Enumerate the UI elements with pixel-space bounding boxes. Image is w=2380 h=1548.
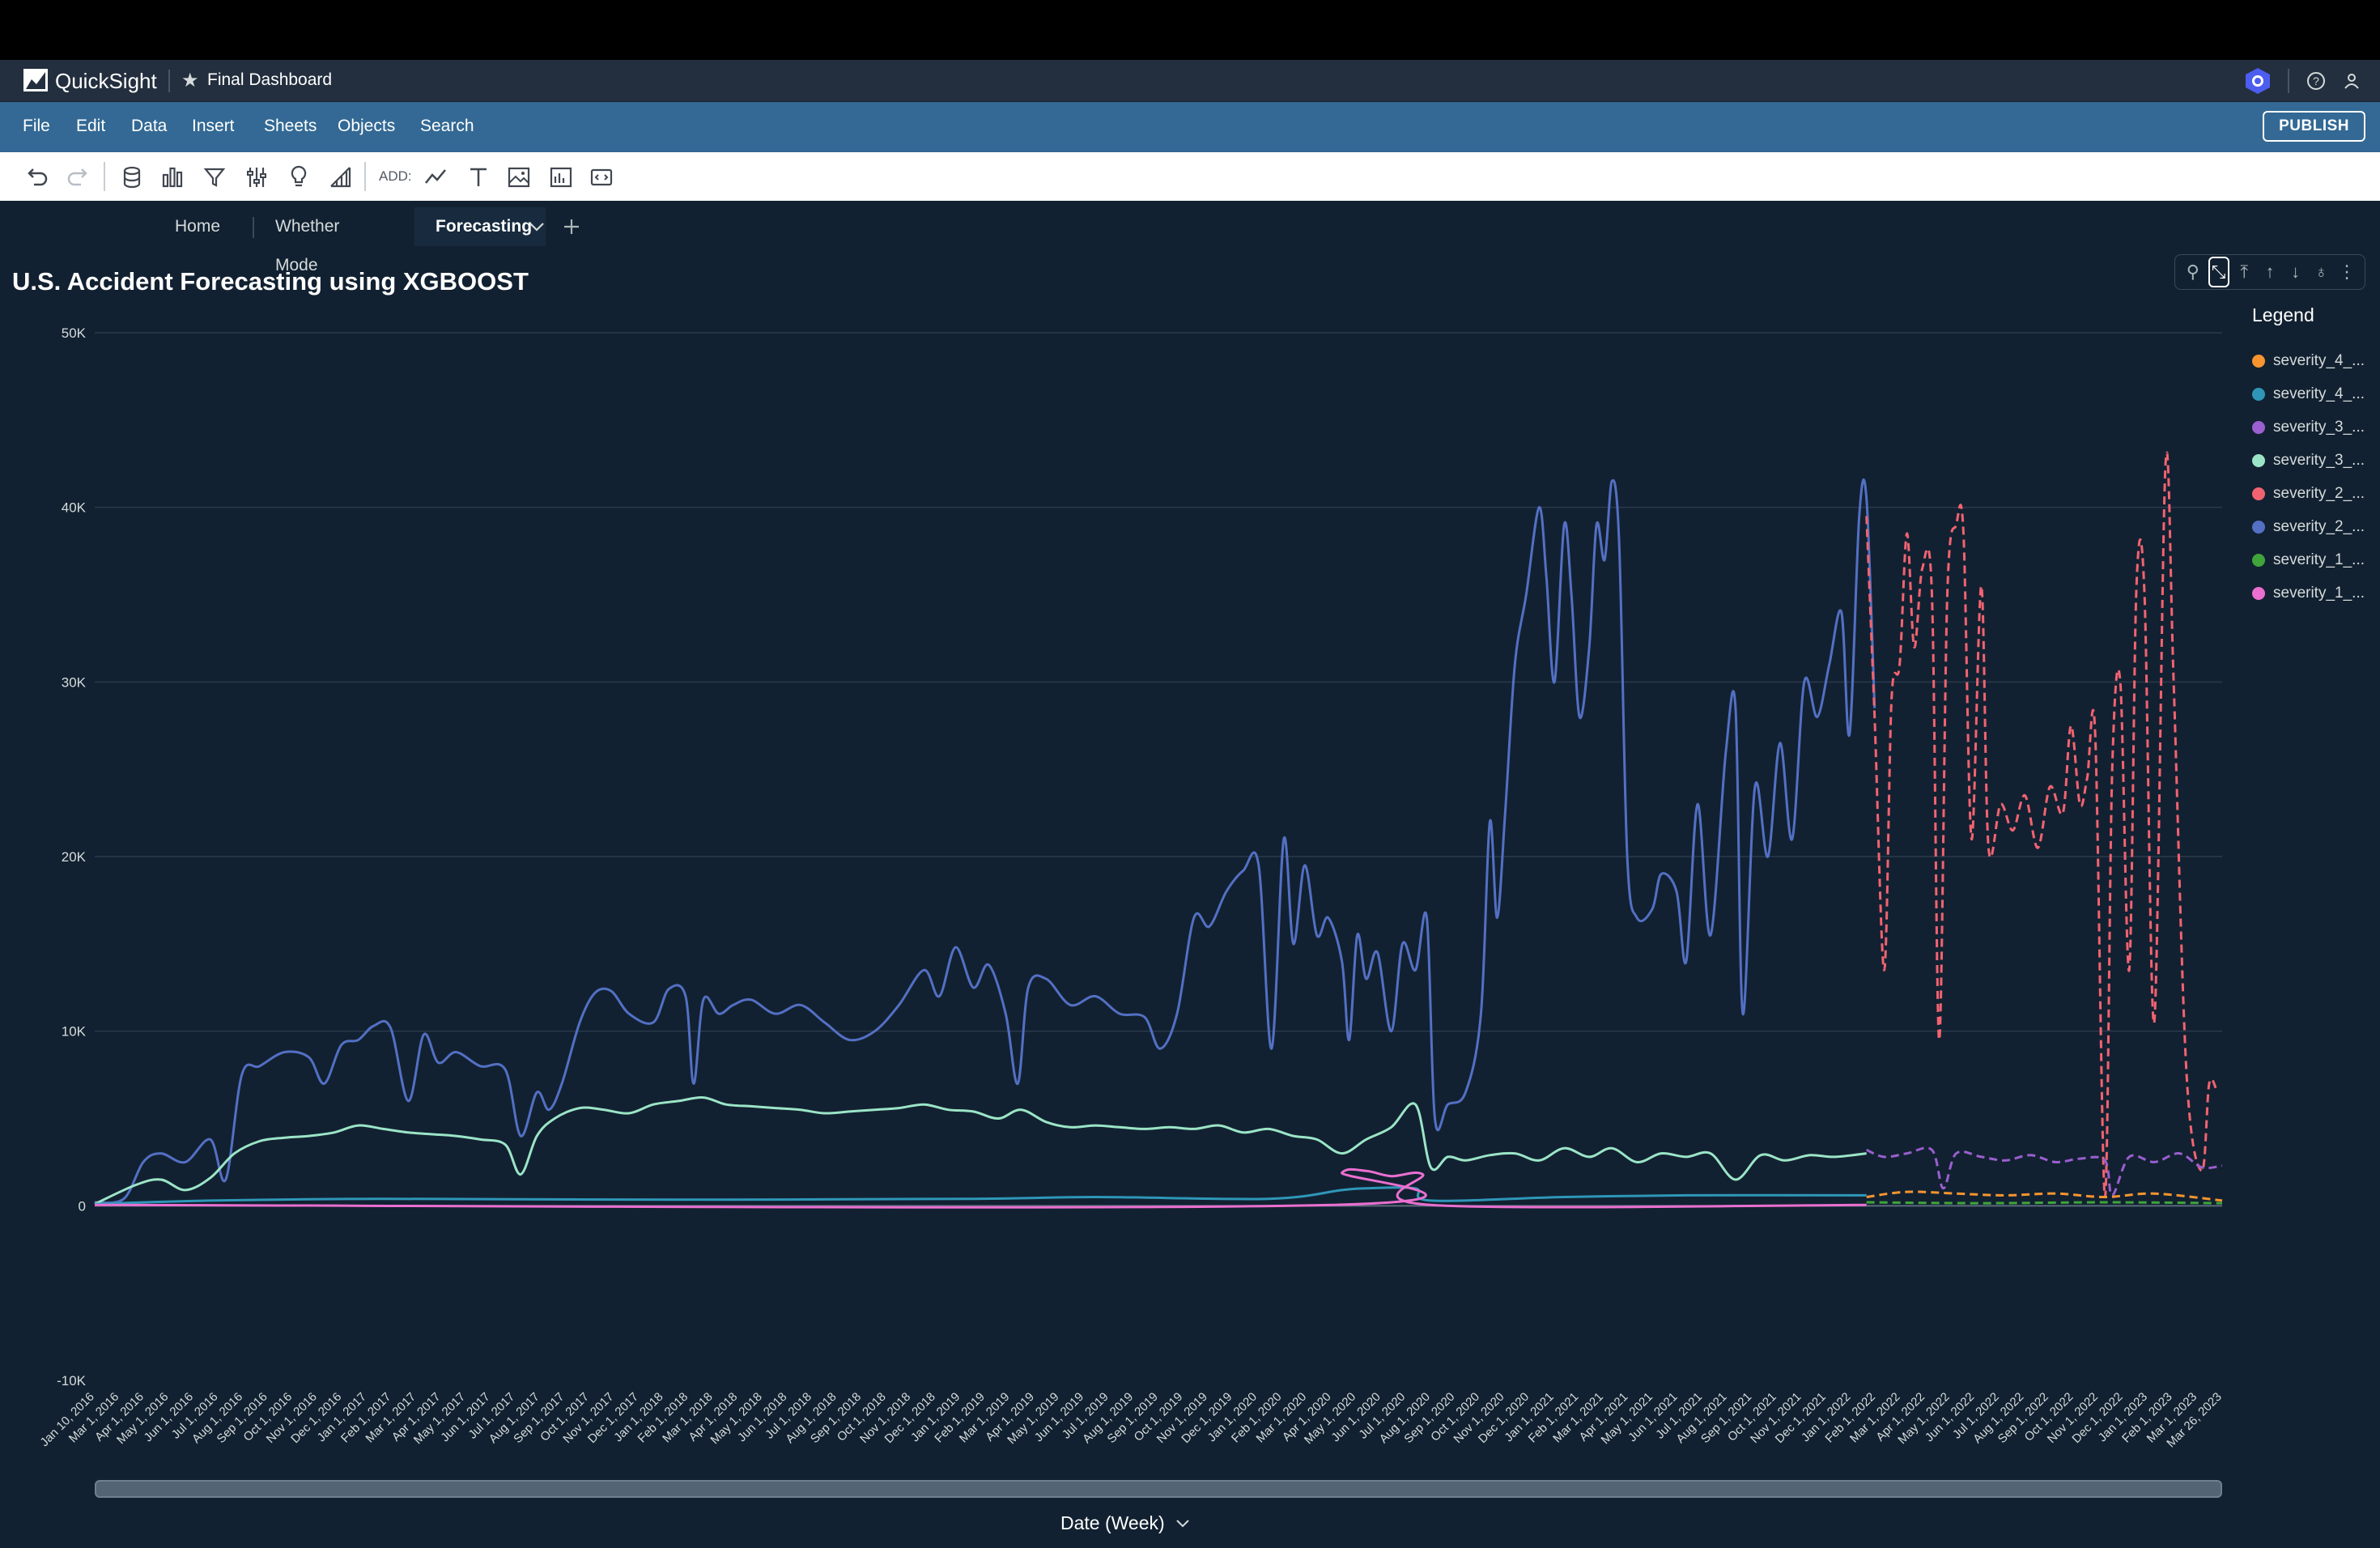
publish-button[interactable]: PUBLISH bbox=[2263, 111, 2365, 142]
x-axis-title[interactable]: Date (Week) bbox=[1060, 1512, 1191, 1534]
legend-swatch bbox=[2252, 587, 2265, 600]
filter-icon[interactable] bbox=[201, 164, 228, 191]
menu-objects[interactable]: Objects bbox=[338, 117, 395, 136]
y-tick-label: 0 bbox=[79, 1198, 86, 1214]
forecast-line-chart[interactable]: -10K010K20K30K40K50KJan 10, 2016Mar 1, 2… bbox=[0, 201, 2250, 1548]
series-line-4 bbox=[1866, 1190, 2223, 1202]
legend-item-label: severity_2_... bbox=[2273, 485, 2365, 502]
x-axis-scrollbar[interactable] bbox=[95, 1480, 2222, 1498]
insights-icon[interactable] bbox=[285, 164, 312, 191]
legend-item-label: severity_2_... bbox=[2273, 518, 2365, 535]
legend-swatch bbox=[2252, 454, 2265, 467]
visualize-icon[interactable] bbox=[159, 164, 186, 191]
add-visual-icon[interactable] bbox=[423, 164, 450, 191]
chart-legend: Legend severity_4_... severity_4_... sev… bbox=[2252, 304, 2374, 618]
move-down-icon[interactable]: ↓ bbox=[2285, 262, 2306, 283]
legend-swatch bbox=[2252, 554, 2265, 567]
themes-icon[interactable] bbox=[327, 164, 355, 191]
more-icon[interactable]: ⋮ bbox=[2336, 262, 2357, 283]
series-line-5 bbox=[1866, 1201, 2223, 1205]
legend-swatch bbox=[2252, 487, 2265, 500]
legend-item[interactable]: severity_4_... bbox=[2252, 352, 2374, 385]
header-actions: ? bbox=[2246, 68, 2361, 94]
legend-item[interactable]: severity_2_... bbox=[2252, 485, 2374, 518]
star-icon[interactable]: ★ bbox=[181, 69, 199, 92]
chevron-down-icon[interactable] bbox=[1175, 1518, 1191, 1529]
add-embed-icon[interactable] bbox=[588, 164, 615, 191]
parameters-icon[interactable] bbox=[243, 164, 270, 191]
add-insight-icon[interactable] bbox=[547, 164, 575, 191]
add-text-icon[interactable] bbox=[465, 164, 492, 191]
menu-insert[interactable]: Insert bbox=[192, 117, 235, 136]
legend-item-label: severity_3_... bbox=[2273, 452, 2365, 469]
y-tick-label: 50K bbox=[62, 325, 87, 341]
toolbar-divider bbox=[104, 162, 105, 191]
y-tick-label: 30K bbox=[62, 674, 87, 690]
toolbar: ADD: bbox=[0, 152, 2380, 201]
series-line-2 bbox=[94, 1096, 1867, 1206]
user-icon[interactable] bbox=[2343, 72, 2361, 90]
legend-item[interactable]: severity_1_... bbox=[2252, 551, 2374, 585]
legend-swatch bbox=[2252, 355, 2265, 368]
menu-edit[interactable]: Edit bbox=[76, 117, 105, 136]
header-divider bbox=[2288, 69, 2289, 93]
menu-data[interactable]: Data bbox=[131, 117, 167, 136]
menu-search[interactable]: Search bbox=[420, 117, 474, 136]
x-axis-title-label: Date (Week) bbox=[1060, 1512, 1165, 1533]
legend-item[interactable]: severity_3_... bbox=[2252, 452, 2374, 485]
add-label: ADD: bbox=[379, 168, 412, 184]
legend-item[interactable]: severity_1_... bbox=[2252, 585, 2374, 618]
header-divider bbox=[168, 70, 170, 92]
legend-item[interactable]: severity_4_... bbox=[2252, 385, 2374, 419]
series-line-6 bbox=[94, 1186, 1867, 1206]
menu-file[interactable]: File bbox=[23, 117, 50, 136]
legend-swatch bbox=[2252, 421, 2265, 434]
legend-item-label: severity_4_... bbox=[2273, 385, 2365, 402]
toolbar-divider bbox=[364, 162, 366, 191]
window-top-bar bbox=[0, 0, 2380, 60]
add-image-icon[interactable] bbox=[505, 164, 533, 191]
legend-title: Legend bbox=[2252, 304, 2314, 325]
y-tick-label: 20K bbox=[62, 849, 87, 865]
help-icon[interactable]: ? bbox=[2307, 72, 2325, 90]
series-line-3 bbox=[1866, 1146, 2223, 1197]
legend-item-label: severity_4_... bbox=[2273, 352, 2365, 369]
legend-item-label: severity_3_... bbox=[2273, 419, 2365, 436]
redo-icon[interactable] bbox=[65, 164, 92, 191]
legend-item[interactable]: severity_2_... bbox=[2252, 518, 2374, 551]
dashboard-title: Final Dashboard bbox=[207, 70, 333, 89]
app-header: QuickSight ★ Final Dashboard ? bbox=[0, 60, 2380, 102]
legend-item-label: severity_1_... bbox=[2273, 551, 2365, 568]
menu-bar: File Edit Data Insert Sheets Objects Sea… bbox=[0, 102, 2380, 152]
legend-swatch bbox=[2252, 521, 2265, 534]
menu-sheets[interactable]: Sheets bbox=[264, 117, 317, 136]
quicksight-logo-icon[interactable] bbox=[23, 68, 49, 92]
series-line-7 bbox=[94, 1167, 1867, 1209]
move-up-icon[interactable]: ↑ bbox=[2259, 262, 2280, 283]
series-line-0 bbox=[94, 478, 1876, 1205]
legend-swatch bbox=[2252, 388, 2265, 401]
dataset-icon[interactable] bbox=[118, 164, 146, 191]
undo-icon[interactable] bbox=[23, 164, 50, 191]
insight-icon[interactable]: ♁ bbox=[2310, 262, 2331, 283]
legend-item-label: severity_1_... bbox=[2273, 585, 2365, 602]
y-tick-label: 10K bbox=[62, 1024, 87, 1040]
legend-item[interactable]: severity_3_... bbox=[2252, 419, 2374, 452]
amazon-q-icon[interactable] bbox=[2246, 68, 2270, 94]
brand-name[interactable]: QuickSight bbox=[55, 69, 157, 94]
series-line-1 bbox=[1865, 451, 2219, 1199]
y-tick-label: -10K bbox=[57, 1373, 87, 1389]
y-tick-label: 40K bbox=[62, 500, 87, 516]
